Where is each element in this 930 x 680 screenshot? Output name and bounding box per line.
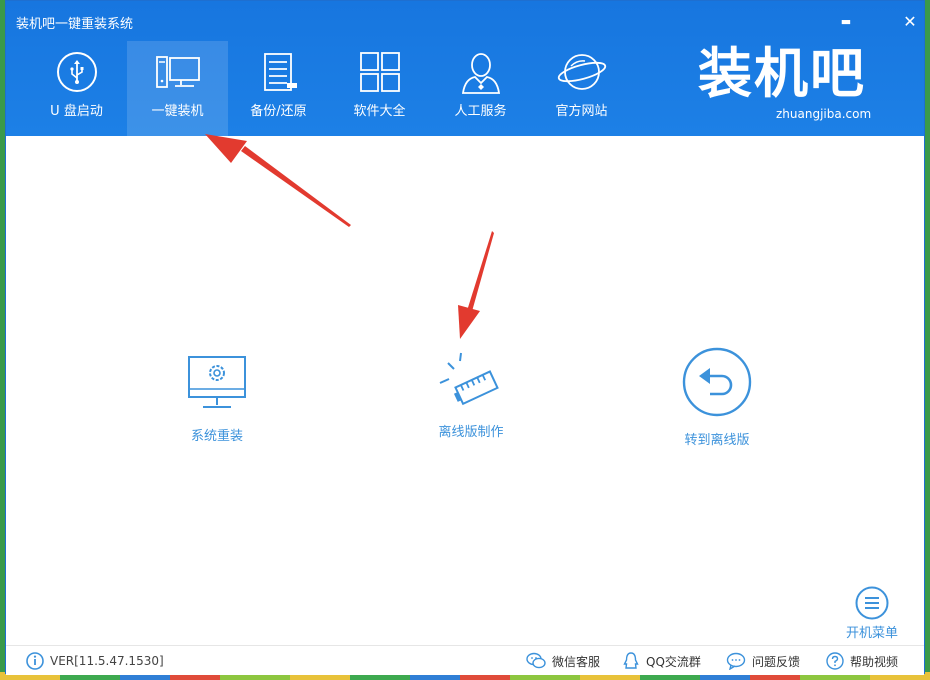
help-icon <box>826 652 844 670</box>
return-arrow-icon <box>682 347 752 417</box>
action-label: 系统重装 <box>190 429 243 444</box>
apps-grid-icon <box>359 52 400 92</box>
brand-logo: 装机吧 zhuangjiba.com <box>698 43 888 123</box>
boot-menu-button[interactable]: 开机菜单 <box>842 586 902 641</box>
nav-label: 软件大全 <box>353 104 406 119</box>
version-info: VER[11.5.47.1530] <box>26 652 164 670</box>
monitor-gear-icon <box>188 356 246 408</box>
brand-url: zhuangjiba.com <box>776 107 872 121</box>
backup-icon <box>263 53 297 91</box>
nav-item-human-service[interactable]: 人工服务 <box>430 41 531 136</box>
wechat-icon <box>526 652 546 669</box>
nav-item-software[interactable]: 软件大全 <box>329 41 430 136</box>
action-label: 转到离线版 <box>684 433 750 448</box>
switch-offline-button[interactable]: 转到离线版 <box>642 347 792 448</box>
window-title: 装机吧一键重装系统 <box>16 17 134 32</box>
info-icon <box>26 652 44 670</box>
usb-icon <box>56 52 97 92</box>
planet-icon <box>557 54 606 90</box>
qq-group-link[interactable]: QQ交流群 <box>622 652 701 670</box>
status-bar: VER[11.5.47.1530] 微信客服 QQ交流群 问题反馈 帮助视频 <box>6 645 924 675</box>
nav-item-usb-boot[interactable]: U 盘启动 <box>26 41 127 136</box>
person-icon <box>461 53 500 94</box>
version-text: VER[11.5.47.1530] <box>50 654 164 668</box>
qq-icon <box>623 652 639 669</box>
boot-menu-label: 开机菜单 <box>845 626 898 641</box>
action-label: 离线版制作 <box>438 425 504 440</box>
close-button[interactable]: ✕ <box>899 11 921 33</box>
brand-logo-text: 装机吧 <box>698 42 866 105</box>
computer-icon <box>155 56 200 88</box>
minimize-button[interactable]: ▬ <box>835 11 857 33</box>
feedback-link[interactable]: 问题反馈 <box>726 652 800 670</box>
offline-build-button[interactable]: 离线版制作 <box>396 351 546 440</box>
footer-link-label: QQ交流群 <box>646 654 701 669</box>
annotation-arrow <box>458 231 494 339</box>
system-reinstall-button[interactable]: 系统重装 <box>142 355 292 444</box>
menu-lines-icon <box>855 586 889 620</box>
footer-link-label: 微信客服 <box>552 654 601 669</box>
nav-item-official-site[interactable]: 官方网站 <box>531 41 632 136</box>
help-video-link[interactable]: 帮助视频 <box>826 652 898 670</box>
chat-bubble-icon <box>726 652 746 670</box>
nav-label: 一键装机 <box>151 104 204 119</box>
annotation-arrow <box>205 134 351 227</box>
network-plug-icon <box>439 352 499 406</box>
footer-link-label: 问题反馈 <box>752 654 801 669</box>
nav-label: U 盘启动 <box>50 104 103 119</box>
main-nav: U 盘启动 一键装机 备份/还原 软件大全 人工服务 官方网站 <box>26 41 632 136</box>
nav-item-one-click-install[interactable]: 一键装机 <box>127 41 228 136</box>
nav-item-backup-restore[interactable]: 备份/还原 <box>228 41 329 136</box>
app-window: 装机吧一键重装系统 ▬ ✕ U 盘启动 一键装机 备份/还原 软件大全 人工服务… <box>5 0 925 675</box>
nav-label: 官方网站 <box>555 104 608 119</box>
nav-label: 备份/还原 <box>250 104 307 119</box>
header-bar: 装机吧一键重装系统 ▬ ✕ U 盘启动 一键装机 备份/还原 软件大全 人工服务… <box>6 1 924 136</box>
footer-link-label: 帮助视频 <box>850 654 899 669</box>
wechat-support-link[interactable]: 微信客服 <box>526 652 600 670</box>
nav-label: 人工服务 <box>454 104 507 119</box>
